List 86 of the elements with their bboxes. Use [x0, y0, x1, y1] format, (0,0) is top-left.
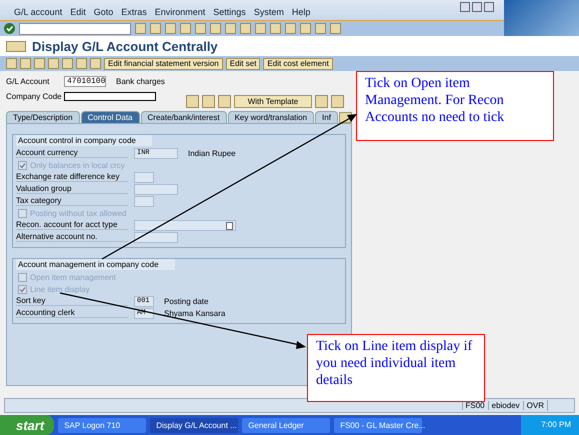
toolbar-icon[interactable]: [186, 95, 199, 108]
logo-icon: [504, 0, 579, 36]
close-button[interactable]: [484, 2, 494, 12]
account-name: Bank charges: [116, 77, 165, 86]
field-label: Accounting clerk: [16, 308, 128, 318]
tab[interactable]: Inf: [315, 111, 338, 123]
toolbar-icon[interactable]: [240, 23, 251, 34]
menu-item[interactable]: G/L account: [14, 7, 62, 17]
checkbox-label: Posting without tax allowed: [30, 208, 126, 218]
toolbar-icon[interactable]: [20, 58, 31, 69]
field-label: Sort key: [16, 296, 128, 306]
toolbar-icon[interactable]: [34, 58, 45, 69]
callout-note: Tick on Open item Management. For Recon Accounts no need to tick: [356, 71, 554, 141]
tab[interactable]: Create/bank/interest: [140, 111, 227, 123]
menu-item[interactable]: Edit: [70, 7, 86, 17]
menu-item[interactable]: System: [254, 7, 284, 17]
transaction-code: FS00: [462, 401, 488, 410]
dropdown-field[interactable]: [134, 220, 236, 230]
field-label: G/L Account: [6, 77, 50, 86]
system-name: ebiodev: [488, 401, 523, 410]
tab[interactable]: Key word/translation: [228, 111, 314, 123]
toolbar-button[interactable]: Edit cost element: [263, 58, 333, 70]
checkbox-label: Open item management: [30, 272, 116, 282]
menu-item[interactable]: Settings: [213, 7, 246, 17]
group-title: Account control in company code: [16, 135, 152, 146]
taskbar-button[interactable]: General Ledger: [242, 418, 330, 432]
input-field[interactable]: [134, 196, 154, 206]
toolbar-icon[interactable]: [225, 23, 236, 34]
checkbox-label: Line item display: [30, 284, 90, 294]
account-field[interactable]: 47010100: [64, 76, 106, 87]
toolbar-icon[interactable]: [135, 23, 146, 34]
menu-item[interactable]: Help: [292, 7, 310, 17]
toolbar-icon[interactable]: [300, 23, 311, 34]
callout-note: Tick on Line item display if you need individual item details: [307, 334, 485, 402]
field-description: Indian Rupee: [188, 148, 236, 158]
field-label: Company Code: [6, 92, 63, 101]
toolbar-icon[interactable]: [62, 58, 73, 69]
field-description: Shyama Kansara: [164, 308, 226, 318]
checkbox-label: Only balances in local crcy: [30, 160, 125, 170]
toolbar-icon[interactable]: [76, 58, 87, 69]
taskbar-button[interactable]: Display G/L Account ...: [150, 418, 238, 432]
dropdown-icon[interactable]: [226, 222, 233, 230]
field-label: Valuation group: [16, 184, 128, 194]
input-field[interactable]: [134, 172, 154, 182]
menu-item[interactable]: Goto: [94, 7, 114, 17]
input-mode: OVR: [522, 401, 547, 410]
toolbar-icon[interactable]: [315, 23, 326, 34]
field-label: Exchange rate difference key: [16, 172, 128, 182]
toolbar-icon[interactable]: [150, 23, 161, 34]
maximize-button[interactable]: [472, 2, 482, 12]
menu-item[interactable]: Environment: [154, 7, 206, 17]
field-label: Alternative account no.: [16, 232, 128, 242]
command-field[interactable]: [19, 22, 131, 34]
toolbar-icon[interactable]: [330, 23, 341, 34]
taskbar-button[interactable]: FS00 - GL Master Cre...: [334, 418, 422, 432]
tab[interactable]: Type/Description: [6, 111, 80, 123]
toolbar-icon[interactable]: [165, 23, 176, 34]
toolbar-button[interactable]: Edit financial statement version: [104, 58, 223, 70]
toolbar-icon[interactable]: [6, 58, 17, 69]
input-field[interactable]: [134, 184, 178, 194]
toolbar-icon[interactable]: [255, 23, 266, 34]
input-field[interactable]: [134, 232, 178, 242]
start-button[interactable]: start: [0, 415, 54, 435]
minimize-button[interactable]: [460, 2, 470, 12]
toolbar-icon[interactable]: [285, 23, 296, 34]
enter-icon[interactable]: [4, 23, 15, 34]
field-label: Account currency: [16, 148, 128, 158]
company-code-field[interactable]: [64, 92, 156, 101]
toolbar-icon[interactable]: [48, 58, 59, 69]
clock: 7:00 PM: [521, 415, 579, 435]
toolbar-icon[interactable]: [210, 23, 221, 34]
toolbar-icon[interactable]: [90, 58, 101, 69]
template-button[interactable]: With Template: [234, 95, 312, 108]
toolbar-icon[interactable]: [270, 23, 281, 34]
toolbar-button[interactable]: Edit set: [226, 58, 260, 70]
tab[interactable]: Control Data: [80, 111, 140, 123]
screen-title: Display G/L Account Centrally: [32, 38, 218, 54]
menu-item[interactable]: Extras: [121, 7, 147, 17]
field-label: Recon. account for acct type: [16, 220, 128, 230]
group-title: Account management in company code: [16, 259, 175, 270]
toggle-icon[interactable]: [6, 40, 26, 52]
field-description: Posting date: [164, 296, 208, 306]
field-label: Tax category: [16, 196, 128, 206]
toolbar-icon[interactable]: [180, 23, 191, 34]
taskbar-button[interactable]: SAP Logon 710: [58, 418, 146, 432]
toolbar-icon[interactable]: [195, 23, 206, 34]
